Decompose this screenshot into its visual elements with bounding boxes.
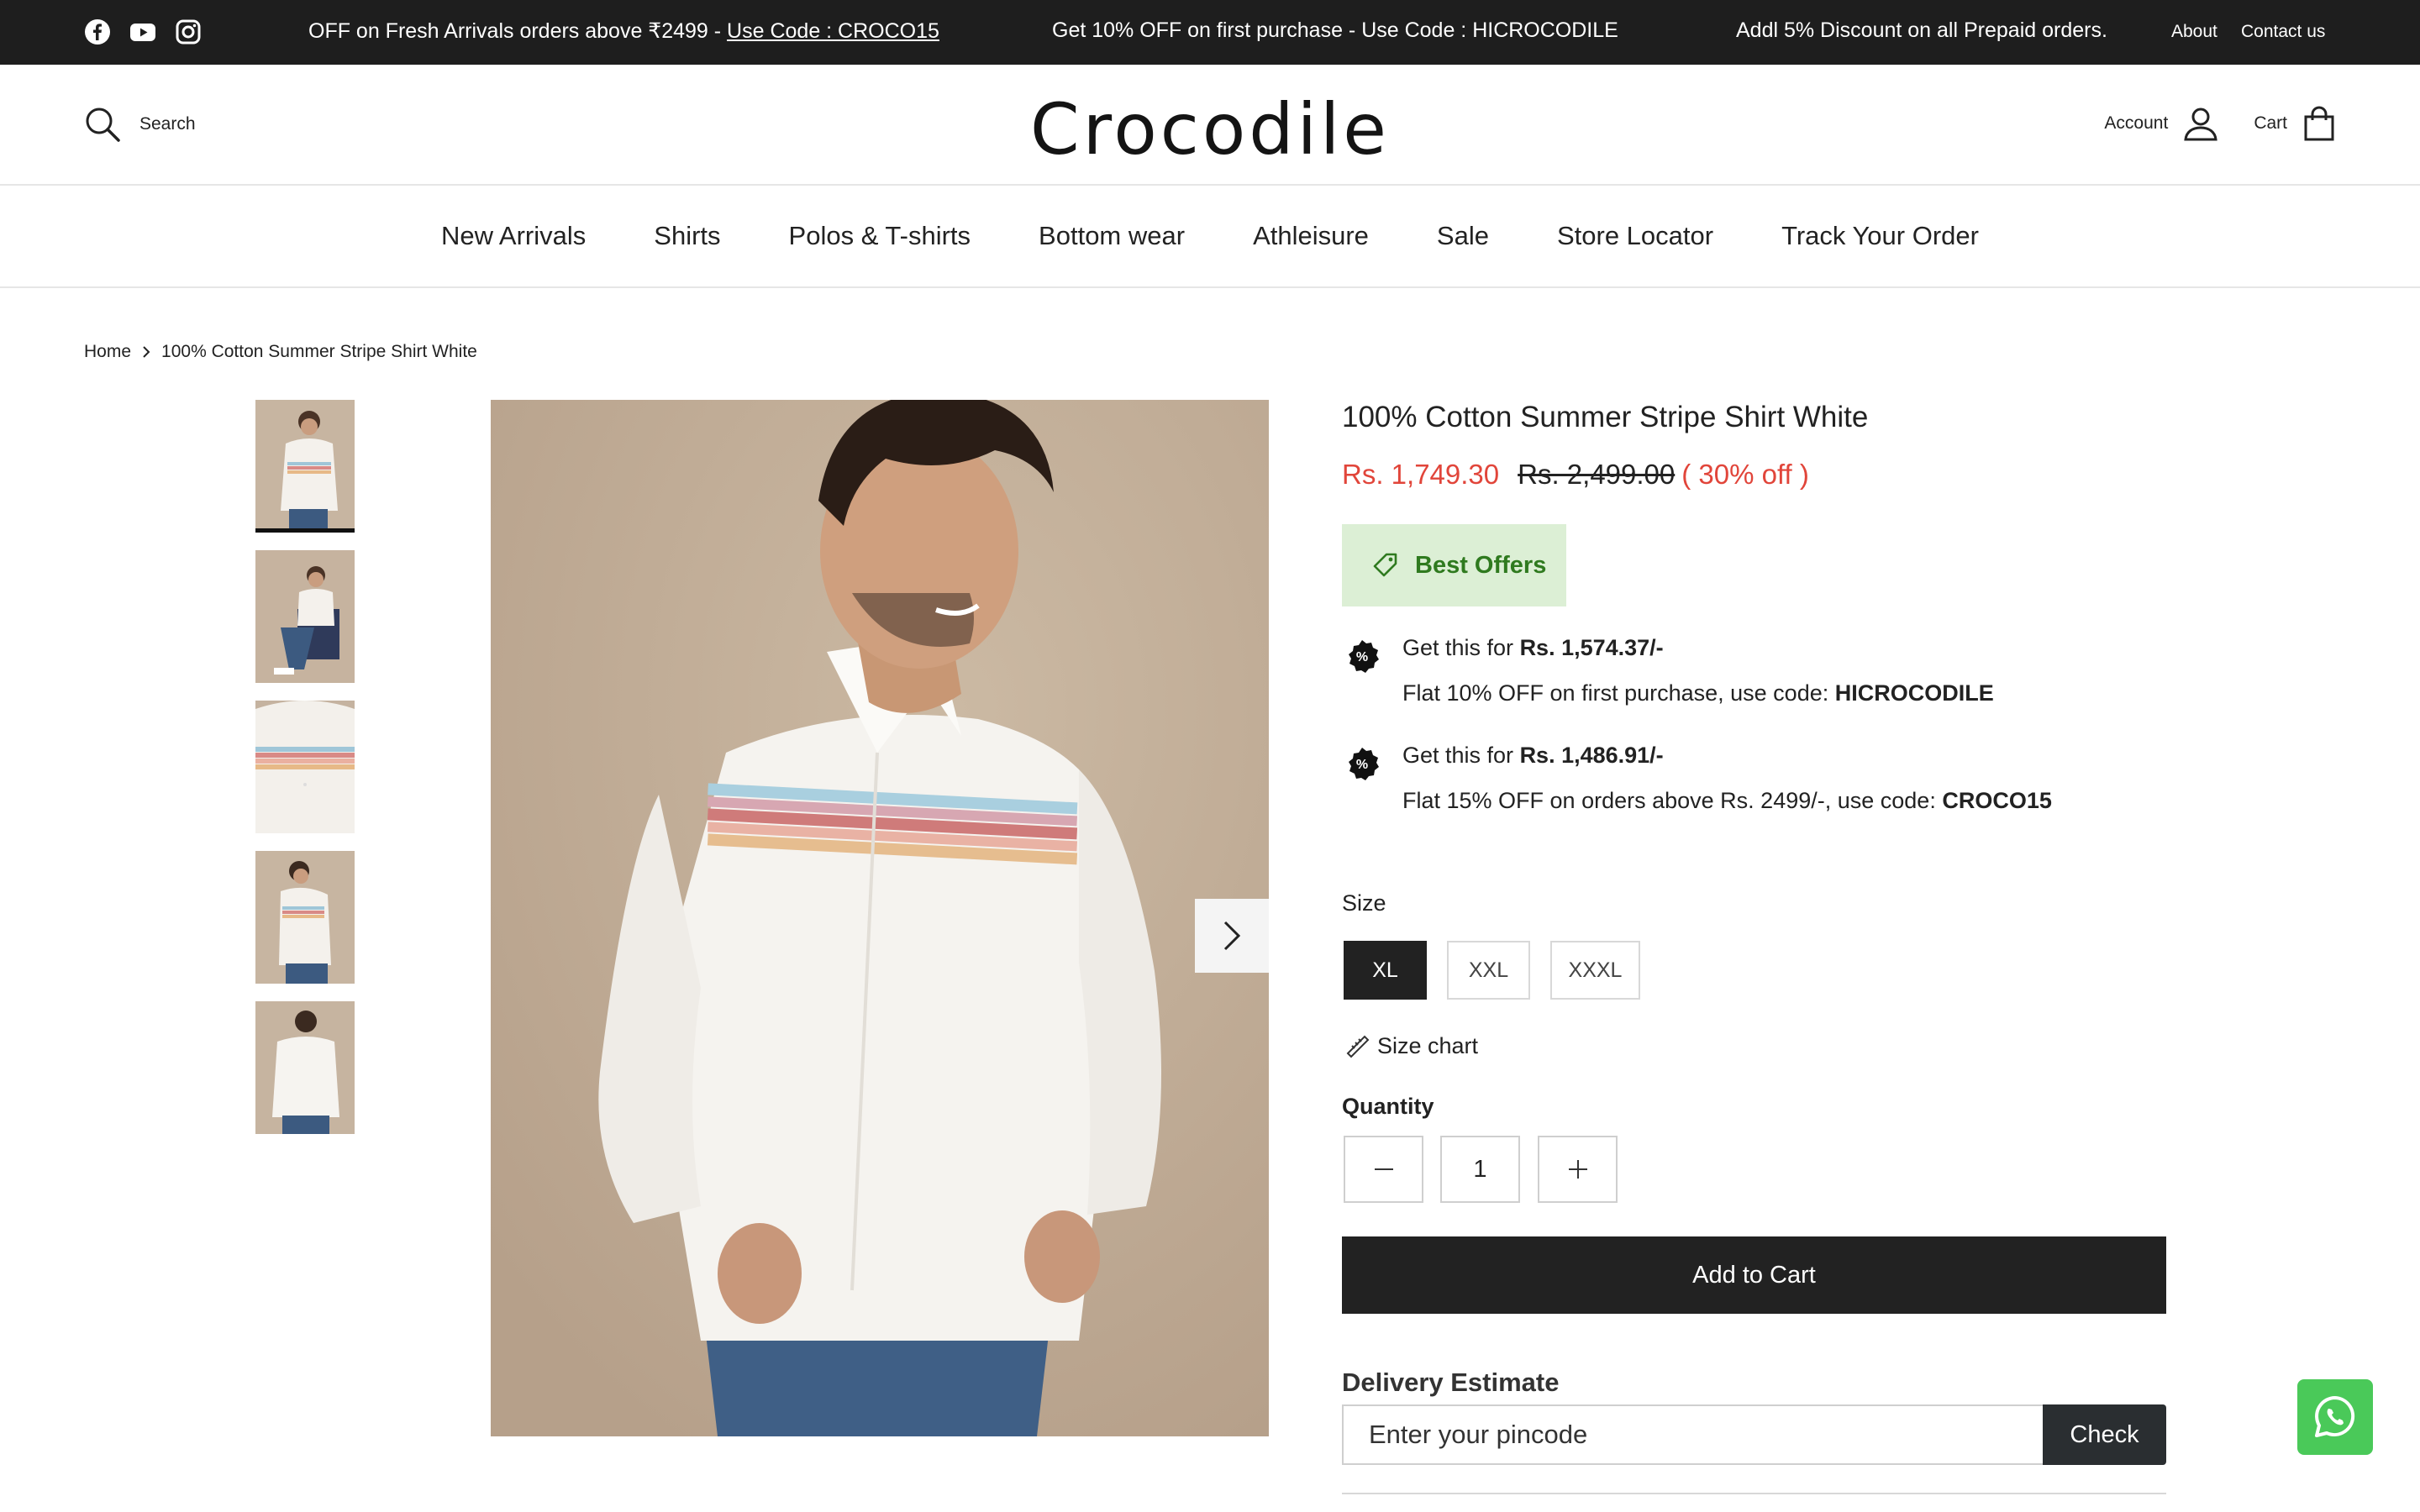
offer-desc-line: Flat 15% OFF on orders above Rs. 2499/-,… — [1402, 788, 2052, 814]
youtube-icon[interactable] — [129, 18, 156, 45]
account-button[interactable]: Account — [2104, 106, 2218, 141]
size-chart-link[interactable]: Size chart — [1345, 1033, 1478, 1059]
best-offers-badge: Best Offers — [1342, 524, 1566, 606]
brand-logo-text[interactable]: Crocodile — [1030, 88, 1390, 171]
check-pincode-button[interactable]: Check — [2043, 1404, 2166, 1465]
breadcrumb: Home 100% Cotton Summer Stripe Shirt Whi… — [84, 342, 477, 362]
offer-price: Rs. 1,486.91/- — [1519, 743, 1664, 768]
contact-link[interactable]: Contact us — [2241, 22, 2325, 42]
ruler-icon — [1345, 1034, 1370, 1059]
product-main-image[interactable] — [491, 400, 1269, 1436]
shopping-bag-icon — [2302, 106, 2336, 141]
whatsapp-icon — [2312, 1394, 2359, 1441]
main-nav: New Arrivals Shirts Polos & T-shirts Bot… — [0, 186, 2420, 288]
site-header: Search Crocodile Account Cart — [0, 65, 2420, 186]
sale-price: Rs. 1,749.30 — [1342, 459, 1500, 490]
nav-item-store-locator[interactable]: Store Locator — [1557, 221, 1713, 251]
size-option-xl[interactable]: XL — [1344, 941, 1427, 1000]
discount-badge-icon: % — [1344, 746, 1380, 781]
offer-price-line: Get this for Rs. 1,486.91/- — [1402, 743, 1664, 769]
next-image-button[interactable] — [1195, 899, 1269, 973]
announcement-bar: OFF on Fresh Arrivals orders above ₹2499… — [0, 0, 2420, 65]
svg-text:%: % — [1356, 758, 1368, 772]
cart-label: Cart — [2254, 113, 2287, 133]
breadcrumb-home[interactable]: Home — [84, 342, 131, 362]
breadcrumb-current: 100% Cotton Summer Stripe Shirt White — [161, 342, 477, 361]
instagram-icon[interactable] — [175, 18, 202, 45]
best-offers-label: Best Offers — [1415, 551, 1547, 579]
offer-code: HICROCODILE — [1834, 680, 1994, 706]
delivery-estimate-label: Delivery Estimate — [1342, 1368, 1560, 1397]
offer-desc-line: Flat 10% OFF on first purchase, use code… — [1402, 680, 1994, 706]
discount-label: ( 30% off ) — [1681, 459, 1809, 490]
minus-icon — [1374, 1168, 1393, 1171]
promo-code-link[interactable]: Use Code : CROCO15 — [727, 19, 939, 43]
section-divider — [1342, 1493, 2166, 1494]
nav-item-shirts[interactable]: Shirts — [654, 221, 720, 251]
account-label: Account — [2104, 113, 2169, 133]
announcement-text: OFF on Fresh Arrivals orders above ₹2499… — [308, 19, 728, 43]
offer-code: CROCO15 — [1942, 788, 2052, 813]
add-to-cart-button[interactable]: Add to Cart — [1342, 1236, 2166, 1314]
about-link[interactable]: About — [2171, 22, 2217, 42]
size-option-xxl[interactable]: XXL — [1447, 941, 1530, 1000]
tag-icon — [1371, 551, 1400, 580]
offer-description: Flat 15% OFF on orders above Rs. 2499/-,… — [1402, 788, 1943, 813]
quantity-input[interactable]: 1 — [1440, 1136, 1520, 1203]
size-label: Size — [1342, 890, 1386, 916]
announcement-message-1: OFF on Fresh Arrivals orders above ₹2499… — [308, 18, 939, 44]
offer-price-line: Get this for Rs. 1,574.37/- — [1402, 635, 1664, 661]
product-title: 100% Cotton Summer Stripe Shirt White — [1342, 401, 1869, 433]
nav-item-bottom-wear[interactable]: Bottom wear — [1039, 221, 1185, 251]
pincode-input[interactable] — [1342, 1404, 2046, 1465]
brand-logo[interactable]: Crocodile — [0, 88, 2420, 171]
original-price: Rs. 2,499.00 — [1518, 459, 1676, 490]
nav-item-track-order[interactable]: Track Your Order — [1781, 221, 1979, 251]
facebook-icon[interactable] — [84, 18, 111, 45]
product-thumbnail[interactable] — [255, 550, 355, 683]
plus-icon — [1568, 1160, 1587, 1179]
product-thumbnail[interactable] — [255, 1001, 355, 1134]
quantity-decrease-button[interactable] — [1344, 1136, 1423, 1203]
product-thumbnail[interactable] — [255, 851, 355, 984]
nav-item-athleisure[interactable]: Athleisure — [1253, 221, 1369, 251]
social-links — [84, 18, 202, 45]
product-thumbnail[interactable] — [255, 701, 355, 833]
price-block: Rs. 1,749.30 Rs. 2,499.00( 30% off ) — [1342, 459, 1809, 491]
cart-button[interactable]: Cart — [2254, 106, 2336, 141]
svg-text:%: % — [1356, 650, 1368, 664]
chevron-right-icon — [141, 344, 151, 360]
announcement-message-2: Get 10% OFF on first purchase - Use Code… — [1052, 18, 1618, 42]
size-chart-label: Size chart — [1377, 1033, 1479, 1058]
nav-item-polos-tshirts[interactable]: Polos & T-shirts — [789, 221, 971, 251]
offer-prefix: Get this for — [1402, 743, 1520, 768]
whatsapp-chat-button[interactable] — [2297, 1379, 2373, 1455]
chevron-right-icon — [1221, 919, 1243, 953]
nav-item-sale[interactable]: Sale — [1437, 221, 1489, 251]
size-option-xxxl[interactable]: XXXL — [1550, 941, 1640, 1000]
nav-item-new-arrivals[interactable]: New Arrivals — [441, 221, 586, 251]
quantity-label: Quantity — [1342, 1094, 1434, 1119]
offer-prefix: Get this for — [1402, 635, 1520, 660]
offer-price: Rs. 1,574.37/- — [1519, 635, 1664, 660]
announcement-message-3: Addl 5% Discount on all Prepaid orders. — [1736, 18, 2107, 42]
discount-badge-icon: % — [1344, 638, 1380, 674]
product-thumbnail[interactable] — [255, 400, 355, 533]
offer-description: Flat 10% OFF on first purchase, use code… — [1402, 680, 1835, 706]
header-actions: Account Cart — [2104, 106, 2336, 141]
quantity-increase-button[interactable] — [1538, 1136, 1618, 1203]
user-icon — [2183, 106, 2218, 141]
